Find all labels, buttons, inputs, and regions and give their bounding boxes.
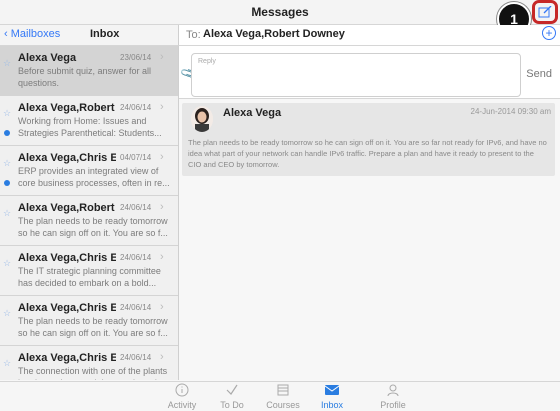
tab-bar: Activity To Do Courses Inbox Profile xyxy=(0,381,560,411)
add-recipient-icon[interactable]: + xyxy=(542,26,556,40)
page-title: Messages xyxy=(251,5,309,19)
message-from: Alexa Vega,Robert ... xyxy=(18,102,116,114)
detail-date: 24-Jun-2014 09:30 am xyxy=(470,107,552,116)
star-icon[interactable]: ☆ xyxy=(3,58,11,69)
list-item[interactable]: ☆ Alexa Vega,Robert ... 24/06/14 › The p… xyxy=(0,196,178,246)
message-date: 04/07/14 xyxy=(120,153,152,162)
message-from: Alexa Vega,Chris Ev... xyxy=(18,152,116,164)
message-date: 24/06/14 xyxy=(120,203,152,212)
message-snippet: Working from Home: Issues and Strategies… xyxy=(18,116,162,138)
chevron-right-icon: › xyxy=(160,301,164,313)
tab-inbox[interactable]: Inbox xyxy=(302,383,362,410)
message-snippet: The IT strategic planning committee has … xyxy=(18,266,161,288)
top-bar: Messages 1 xyxy=(0,0,560,36)
message-snippet: ERP provides an integrated view of core … xyxy=(18,166,170,188)
chevron-right-icon: › xyxy=(160,251,164,263)
send-button[interactable]: Send xyxy=(526,68,552,80)
compose-button[interactable] xyxy=(532,0,558,24)
chevron-right-icon: › xyxy=(160,151,164,163)
message-from: Alexa Vega,Chris Ev... xyxy=(18,302,116,314)
tab-label: Courses xyxy=(266,400,300,410)
mailboxes-back-button[interactable]: ‹ Mailboxes xyxy=(4,28,60,40)
message-snippet: Before submit quiz, answer for all quest… xyxy=(18,66,152,88)
reply-area: 📎 Reply Send xyxy=(179,46,560,99)
star-icon[interactable]: ☆ xyxy=(3,358,11,369)
message-from: Alexa Vega,Chris Ev... xyxy=(18,352,116,364)
tab-label: Activity xyxy=(167,400,197,410)
message-date: 24/06/14 xyxy=(120,253,152,262)
message-date: 23/06/14 xyxy=(120,53,152,62)
message-date: 24/06/14 xyxy=(120,103,152,112)
chevron-right-icon: › xyxy=(160,51,164,63)
message-snippet: The plan needs to be ready tomorrow so h… xyxy=(18,216,168,238)
message-date: 24/06/14 xyxy=(120,303,152,312)
message-from: Alexa Vega xyxy=(18,52,77,64)
star-icon[interactable]: ☆ xyxy=(3,158,11,169)
reply-placeholder: Reply xyxy=(198,58,216,65)
chevron-right-icon: › xyxy=(160,201,164,213)
unread-dot-icon xyxy=(4,130,10,136)
message-detail: Alexa Vega 24-Jun-2014 09:30 am The plan… xyxy=(182,103,555,176)
chevron-right-icon: › xyxy=(160,101,164,113)
list-item[interactable]: ☆ Alexa Vega,Chris Ev... 24/06/14 › The … xyxy=(0,346,178,380)
list-item[interactable]: ☆ Alexa Vega,Chris Ev... 24/06/14 › The … xyxy=(0,246,178,296)
compose-icon xyxy=(538,6,552,18)
recipients-bar: To: Alexa Vega,Robert Downey + xyxy=(179,25,560,46)
star-icon[interactable]: ☆ xyxy=(3,208,11,219)
message-list: ☆ Alexa Vega 23/06/14 › Before submit qu… xyxy=(0,46,179,380)
unread-dot-icon xyxy=(4,180,10,186)
detail-body: The plan needs to be ready tomorrow so h… xyxy=(188,138,547,169)
list-item[interactable]: ☆ Alexa Vega 23/06/14 › Before submit qu… xyxy=(0,46,178,96)
list-item[interactable]: ☆ Alexa Vega,Chris Ev... 24/06/14 › The … xyxy=(0,296,178,346)
message-snippet: The plan needs to be ready tomorrow so h… xyxy=(18,316,168,338)
message-from: Alexa Vega,Chris Ev... xyxy=(18,252,116,264)
tab-label: To Do xyxy=(220,400,244,410)
inbox-nav: ‹ Mailboxes Inbox xyxy=(0,25,179,46)
star-icon[interactable]: ☆ xyxy=(3,308,11,319)
recipients-field[interactable]: Alexa Vega,Robert Downey xyxy=(203,28,345,40)
tab-label: Profile xyxy=(380,400,406,410)
inbox-title: Inbox xyxy=(90,28,120,40)
reply-input[interactable]: Reply xyxy=(191,53,521,97)
avatar xyxy=(191,106,213,132)
message-from: Alexa Vega,Robert ... xyxy=(18,202,116,214)
inbox-icon xyxy=(302,383,362,400)
back-label: Mailboxes xyxy=(10,28,61,40)
star-icon[interactable]: ☆ xyxy=(3,258,11,269)
list-item[interactable]: ☆ Alexa Vega,Robert ... 24/06/14 › Worki… xyxy=(0,96,178,146)
chevron-right-icon: › xyxy=(160,351,164,363)
tab-label: Inbox xyxy=(320,400,344,410)
list-item[interactable]: ☆ Alexa Vega,Chris Ev... 04/07/14 › ERP … xyxy=(0,146,178,196)
profile-icon xyxy=(363,383,423,400)
star-icon[interactable]: ☆ xyxy=(3,108,11,119)
tab-profile[interactable]: Profile xyxy=(363,383,423,410)
to-label: To: xyxy=(186,29,201,41)
detail-sender: Alexa Vega xyxy=(223,107,282,119)
message-date: 24/06/14 xyxy=(120,353,152,362)
message-snippet: The connection with one of the plants ha… xyxy=(18,366,168,380)
